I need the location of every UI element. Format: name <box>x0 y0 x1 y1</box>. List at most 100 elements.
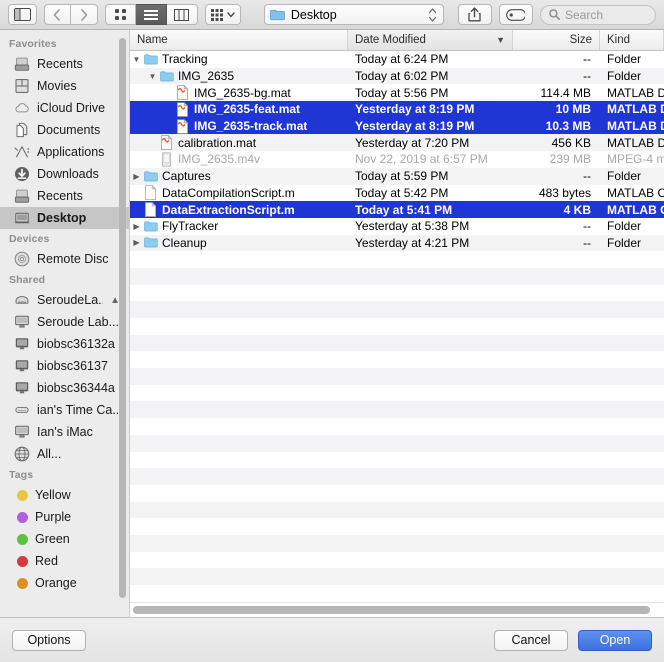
cancel-button[interactable]: Cancel <box>494 630 568 651</box>
table-row[interactable]: ▶FlyTrackerYesterday at 5:38 PM--Folder <box>130 218 664 235</box>
sidebar-item-remote-disc[interactable]: Remote Disc <box>0 248 129 270</box>
icon-view-button[interactable] <box>105 4 136 25</box>
display-icon <box>14 314 30 330</box>
sidebar-item-biobsc36344a[interactable]: biobsc36344a <box>0 377 129 399</box>
cell-kind: Folder <box>600 52 664 66</box>
share-button[interactable] <box>458 4 492 25</box>
disclosure-triangle-closed-icon[interactable]: ▶ <box>130 172 143 181</box>
cell-date-modified: Today at 6:02 PM <box>348 69 513 83</box>
file-name-label: IMG_2635-bg.mat <box>194 86 291 100</box>
sidebar-item-icloud-drive[interactable]: iCloud Drive <box>0 97 129 119</box>
sidebar-item-label: Orange <box>35 576 77 590</box>
sidebar-item-biobsc36137[interactable]: biobsc36137 <box>0 355 129 377</box>
column-header-date[interactable]: Date Modified▼ <box>348 30 513 50</box>
table-row[interactable]: ▶CapturesToday at 5:59 PM--Folder <box>130 168 664 185</box>
tag-dot-icon <box>17 534 28 545</box>
sidebar-item-movies[interactable]: Movies <box>0 75 129 97</box>
sidebar-item-orange[interactable]: Orange <box>0 572 129 594</box>
cell-kind: MATLAB Data <box>600 86 664 100</box>
cell-name: IMG_2635-feat.mat <box>130 102 348 117</box>
column-header-size[interactable]: Size <box>513 30 600 50</box>
movies-icon <box>14 78 30 94</box>
column-view-button[interactable] <box>167 4 198 25</box>
column-header-name[interactable]: Name <box>130 30 348 50</box>
sidebar-item-all[interactable]: All... <box>0 443 129 465</box>
table-row[interactable]: IMG_2635-feat.matYesterday at 8:19 PM10 … <box>130 101 664 118</box>
sidebar-item-purple[interactable]: Purple <box>0 506 129 528</box>
downloads-icon <box>14 166 30 182</box>
folder-icon <box>143 169 158 184</box>
options-button[interactable]: Options <box>12 630 86 651</box>
cell-size: 483 bytes <box>513 186 600 200</box>
cell-name: IMG_2635-bg.mat <box>130 85 348 100</box>
table-row[interactable]: calibration.matYesterday at 7:20 PM456 K… <box>130 134 664 151</box>
sidebar-item-seroude-lab[interactable]: Seroude Lab... <box>0 311 129 333</box>
cell-kind: Folder <box>600 169 664 183</box>
tag-dot-icon <box>17 490 28 501</box>
list-view-button[interactable] <box>136 4 167 25</box>
sidebar-scrollbar[interactable] <box>119 38 126 589</box>
sidebar-item-downloads[interactable]: Downloads <box>0 163 129 185</box>
sidebar-toggle-button[interactable] <box>8 4 37 25</box>
table-row[interactable]: DataExtractionScript.mToday at 5:41 PM4 … <box>130 201 664 218</box>
table-row[interactable]: ▶CleanupYesterday at 4:21 PM--Folder <box>130 235 664 252</box>
sidebar-item-desktop[interactable]: Desktop <box>0 207 129 229</box>
table-row[interactable]: ▼IMG_2635Today at 6:02 PM--Folder <box>130 68 664 85</box>
arrange-button[interactable] <box>205 4 241 25</box>
sidebar-item-biobsc36132a[interactable]: biobsc36132a <box>0 333 129 355</box>
empty-row <box>130 485 664 502</box>
search-field[interactable]: Search <box>540 5 656 25</box>
table-row[interactable]: IMG_2635-bg.matToday at 5:56 PM114.4 MBM… <box>130 84 664 101</box>
table-row[interactable]: IMG_2635-track.matYesterday at 8:19 PM10… <box>130 118 664 135</box>
column-header-kind[interactable]: Kind <box>600 30 664 50</box>
cell-date-modified: Today at 6:24 PM <box>348 52 513 66</box>
disclosure-triangle-closed-icon[interactable]: ▶ <box>130 238 143 247</box>
cell-date-modified: Today at 5:59 PM <box>348 169 513 183</box>
sidebar-item-documents[interactable]: Documents <box>0 119 129 141</box>
back-button[interactable] <box>44 4 71 25</box>
file-name-label: Tracking <box>162 52 208 66</box>
table-row[interactable]: ▼TrackingToday at 6:24 PM--Folder <box>130 51 664 68</box>
cell-date-modified: Nov 22, 2019 at 6:57 PM <box>348 152 513 166</box>
disclosure-triangle-open-icon[interactable]: ▼ <box>146 72 159 81</box>
empty-row <box>130 568 664 585</box>
table-row[interactable]: IMG_2635.m4vNov 22, 2019 at 6:57 PM239 M… <box>130 151 664 168</box>
timecapsule-icon <box>14 402 30 418</box>
sidebar-scrollbar-thumb[interactable] <box>119 38 126 598</box>
file-name-label: IMG_2635 <box>178 69 234 83</box>
cell-date-modified: Yesterday at 8:19 PM <box>348 119 513 133</box>
empty-row <box>130 535 664 552</box>
folder-icon <box>270 9 285 21</box>
empty-row <box>130 468 664 485</box>
sidebar-item-recents[interactable]: Recents <box>0 185 129 207</box>
disclosure-triangle-open-icon[interactable]: ▼ <box>130 55 143 64</box>
mat-icon <box>175 119 190 134</box>
path-popup-button[interactable]: Desktop <box>264 4 444 25</box>
sidebar-item-red[interactable]: Red <box>0 550 129 572</box>
tag-button[interactable] <box>499 4 533 25</box>
column-header-label: Kind <box>607 34 630 46</box>
forward-button[interactable] <box>71 4 98 25</box>
table-row[interactable]: DataCompilationScript.mToday at 5:42 PM4… <box>130 185 664 202</box>
sidebar-icon <box>14 8 31 21</box>
cell-kind: Folder <box>600 219 664 233</box>
open-button[interactable]: Open <box>578 630 652 651</box>
file-list[interactable]: ▼TrackingToday at 6:24 PM--Folder▼IMG_26… <box>130 51 664 602</box>
applications-icon <box>14 144 30 160</box>
sidebar-item-ian-s-time-ca[interactable]: ian's Time Ca... <box>0 399 129 421</box>
horizontal-scrollbar-thumb[interactable] <box>133 606 650 614</box>
cell-size: 239 MB <box>513 152 600 166</box>
sidebar-item-ian-s-imac[interactable]: Ian's iMac <box>0 421 129 443</box>
cell-name: ▶FlyTracker <box>130 219 348 234</box>
file-name-label: DataCompilationScript.m <box>162 186 295 200</box>
sidebar-item-recents[interactable]: Recents <box>0 53 129 75</box>
horizontal-scrollbar[interactable] <box>130 602 664 617</box>
file-name-label: Captures <box>162 169 211 183</box>
sidebar-item-seroudela[interactable]: SeroudeLa...▲ <box>0 289 129 311</box>
empty-row <box>130 268 664 285</box>
sidebar-item-green[interactable]: Green <box>0 528 129 550</box>
sidebar-item-applications[interactable]: Applications <box>0 141 129 163</box>
sidebar-item-yellow[interactable]: Yellow <box>0 484 129 506</box>
chevron-down-icon <box>227 12 235 18</box>
disclosure-triangle-closed-icon[interactable]: ▶ <box>130 222 143 231</box>
